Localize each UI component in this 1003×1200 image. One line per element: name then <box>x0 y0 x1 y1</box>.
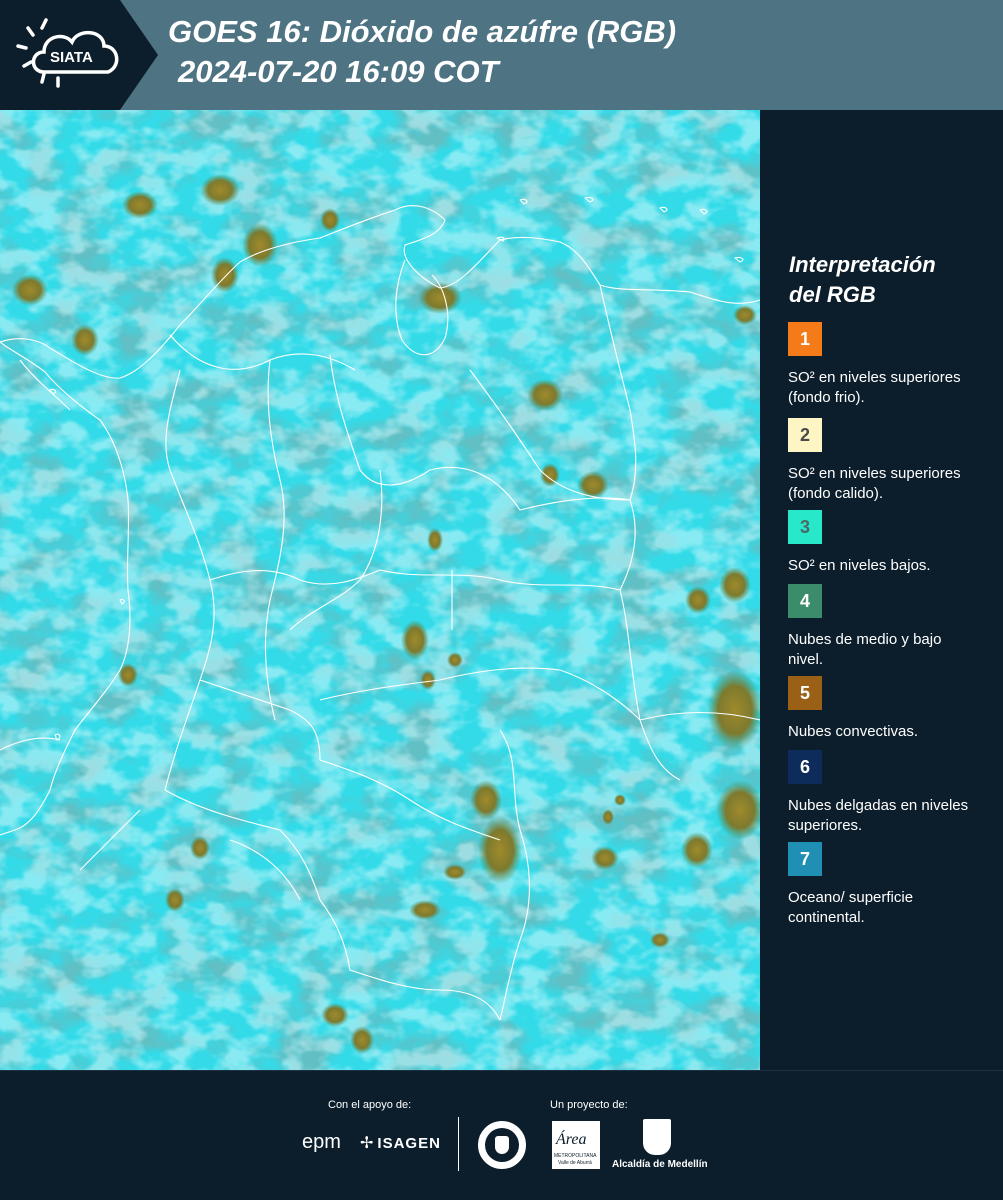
legend-title-line1: Interpretación <box>789 252 936 277</box>
legend-swatch-3: 3 <box>788 510 822 544</box>
isagen-icon: ✢ <box>360 1135 374 1152</box>
logo-text: SIATA <box>50 49 93 66</box>
legend-text-3: SO² en niveles bajos. <box>788 557 931 574</box>
epm-logo: epm <box>302 1131 341 1153</box>
legend-text-4: Nubes de medio y bajo nivel. <box>788 631 942 668</box>
medellin-seal-icon <box>478 1121 526 1169</box>
legend-item-7: 7 Oceano/ superficie continental. <box>788 842 998 928</box>
legend-item-5: 5 Nubes convectivas. <box>788 676 998 742</box>
area-metropolitana-logo: Área METROPOLITANA Valle de Aburrá <box>552 1121 600 1169</box>
support-label: Con el apoyo de: <box>328 1099 412 1111</box>
legend-panel: Interpretación del RGB 1 SO² en niveles … <box>760 110 1003 1070</box>
timestamp: 2024-07-20 16:09 COT <box>178 54 499 89</box>
header: SIATA GOES 16: Dióxido de azúfre (RGB) 2… <box>0 0 1003 110</box>
legend-swatch-4: 4 <box>788 584 822 618</box>
legend-title: Interpretación del RGB <box>789 250 999 310</box>
legend-title-line2: del RGB <box>789 282 876 307</box>
legend-swatch-6: 6 <box>788 750 822 784</box>
legend-text-5: Nubes convectivas. <box>788 723 919 740</box>
satellite-map <box>0 110 760 1070</box>
footer-divider <box>458 1117 459 1171</box>
area-logo-text: Área <box>556 1131 587 1148</box>
legend-text-1: SO² en niveles superiores (fondo frio). <box>788 369 961 406</box>
legend-swatch-7: 7 <box>788 842 822 876</box>
legend-text-2: SO² en niveles superiores (fondo calido)… <box>788 465 961 502</box>
alcaldia-text: Alcaldía de Medellín <box>612 1159 708 1170</box>
legend-item-4: 4 Nubes de medio y bajo nivel. <box>788 584 998 670</box>
legend-swatch-2: 2 <box>788 418 822 452</box>
project-label: Un proyecto de: <box>550 1099 628 1111</box>
page-title: GOES 16: Dióxido de azúfre (RGB) <box>168 14 677 49</box>
legend-swatch-5: 5 <box>788 676 822 710</box>
legend-item-1: 1 SO² en niveles superiores (fondo frio)… <box>788 322 998 408</box>
legend-item-2: 2 SO² en niveles superiores (fondo calid… <box>788 418 998 504</box>
legend-item-6: 6 Nubes delgadas en niveles superiores. <box>788 750 998 836</box>
legend-item-3: 3 SO² en niveles bajos. <box>788 510 998 576</box>
cloud-highlight-layer <box>0 110 760 1070</box>
legend-text-7: Oceano/ superficie continental. <box>788 889 914 926</box>
area-logo-subtext: METROPOLITANA <box>554 1153 597 1159</box>
isagen-logo: ✢ ISAGEN <box>360 1133 441 1153</box>
legend-swatch-1: 1 <box>788 322 822 356</box>
siata-logo: SIATA <box>0 0 158 110</box>
area-logo-subtext2: Valle de Aburrá <box>558 1160 592 1166</box>
legend-text-6: Nubes delgadas en niveles superiores. <box>788 797 969 834</box>
alcaldia-shield-icon <box>643 1119 671 1155</box>
isagen-text: ISAGEN <box>377 1134 441 1152</box>
footer: Con el apoyo de: Un proyecto de: epm ✢ I… <box>0 1070 1003 1200</box>
